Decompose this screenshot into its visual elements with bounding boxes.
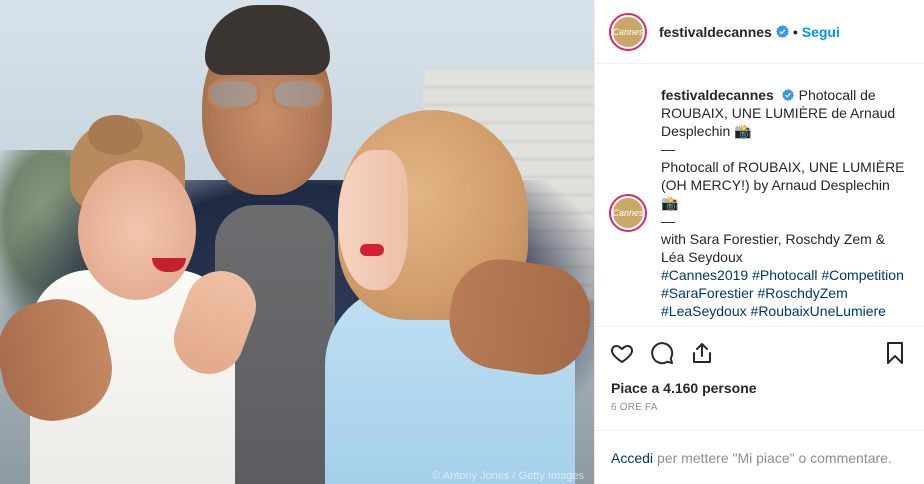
right-woman-lips (360, 244, 384, 256)
hashtag-link[interactable]: #Competition (821, 267, 904, 283)
sunglasses (208, 78, 324, 112)
comment-login-prompt: Accedi per mettere "Mi piace" o commenta… (595, 430, 924, 484)
caption-block: festivaldecannes Photocall de ROUBAIX, U… (647, 86, 908, 320)
likes-count[interactable]: Piace a 4.160 persone (595, 378, 924, 398)
instagram-post: © Antony Jones / Getty Images Cannes fes… (0, 0, 924, 484)
account-username[interactable]: festivaldecannes (659, 24, 772, 40)
caption-body: Photocall de ROUBAIX, UNE LUMIÈRE de Arn… (661, 87, 905, 265)
heart-icon[interactable] (609, 340, 635, 366)
caption-avatar-column: Cannes (609, 86, 647, 320)
caption-verified-badge-icon (781, 89, 795, 102)
hashtag-link[interactable]: #RoubaixUneLumiere (751, 303, 886, 319)
bookmark-icon[interactable] (882, 340, 908, 366)
action-bar (595, 326, 924, 378)
hashtag-link[interactable]: #SaraForestier (661, 285, 754, 301)
account-avatar[interactable]: Cannes (609, 12, 647, 51)
verified-badge-icon (775, 25, 789, 38)
hashtag-link[interactable]: #LeaSeydoux (661, 303, 747, 319)
right-woman-face (338, 150, 408, 290)
avatar-logo: Cannes (612, 16, 644, 47)
comment-icon[interactable] (649, 340, 675, 366)
hashtag-link[interactable]: #RoschdyZem (757, 285, 847, 301)
photo-credit: © Antony Jones / Getty Images (432, 470, 584, 482)
man-hair (205, 5, 330, 75)
comment-prompt-text: per mettere "Mi piace" o commentare. (657, 449, 892, 466)
hashtag-link[interactable]: #Photocall (752, 267, 817, 283)
hashtag-list: #Cannes2019 #Photocall #Competition #Sar… (661, 266, 908, 320)
follow-button[interactable]: Segui (802, 24, 840, 40)
caption-avatar-logo: Cannes (612, 198, 644, 228)
separator-dot: • (792, 23, 798, 40)
caption-text: festivaldecannes Photocall de ROUBAIX, U… (661, 86, 908, 266)
left-woman-hair-bun (88, 115, 143, 155)
share-icon[interactable] (689, 340, 715, 366)
post-photo[interactable]: © Antony Jones / Getty Images (0, 0, 594, 484)
post-header: Cannes festivaldecannes • Segui (595, 0, 924, 64)
hashtag-link[interactable]: #Cannes2019 (661, 267, 748, 283)
caption-username[interactable]: festivaldecannes (661, 87, 774, 103)
caption-row: Cannes festivaldecannes Photocall de ROU… (609, 86, 908, 320)
post-side-panel: Cannes festivaldecannes • Segui Cannes f… (594, 0, 924, 484)
login-link[interactable]: Accedi (611, 450, 653, 466)
left-woman-face (78, 160, 196, 300)
caption-area: Cannes festivaldecannes Photocall de ROU… (595, 64, 924, 326)
post-timestamp[interactable]: 6 ORE FA (595, 398, 924, 430)
caption-avatar[interactable]: Cannes (609, 194, 647, 232)
